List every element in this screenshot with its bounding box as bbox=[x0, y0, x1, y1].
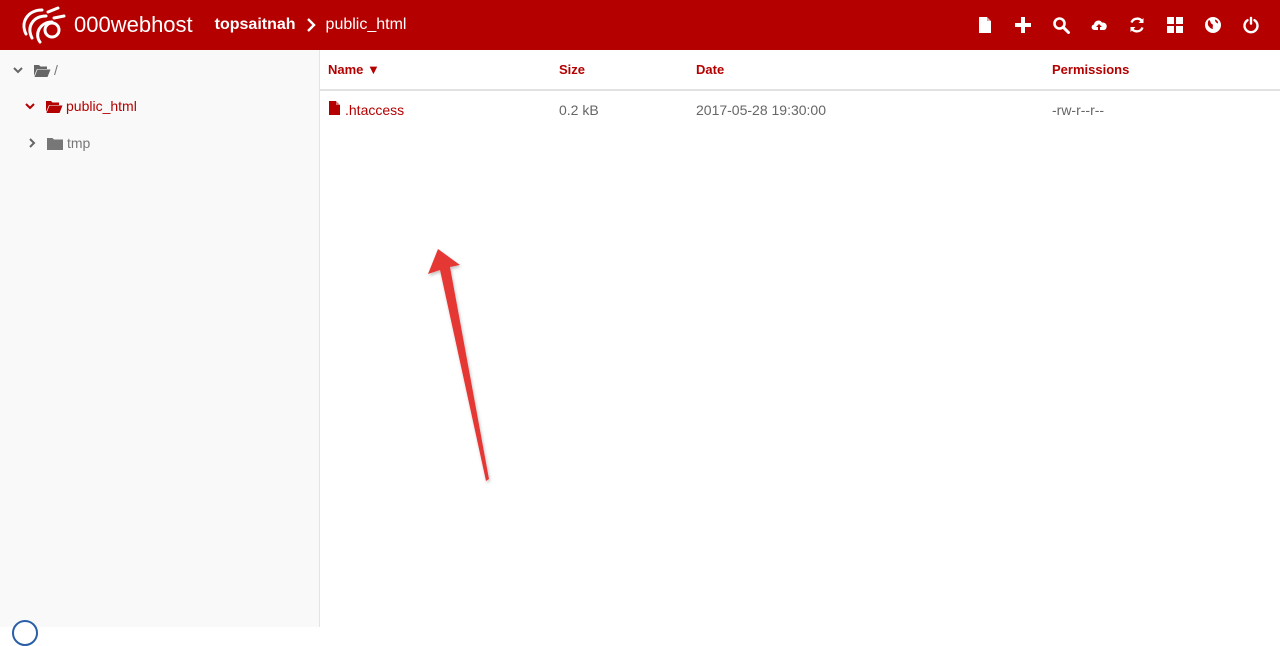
new-file-button[interactable] bbox=[966, 0, 1004, 50]
column-header-name[interactable]: Name ▼ bbox=[328, 62, 380, 77]
search-icon bbox=[1053, 17, 1070, 34]
file-permissions: -rw-r--r-- bbox=[1052, 102, 1105, 118]
chevron-right-icon[interactable] bbox=[26, 137, 38, 149]
column-header-size[interactable]: Size bbox=[559, 62, 585, 77]
grid-view-button[interactable] bbox=[1156, 0, 1194, 50]
breadcrumb: topsaitnah public_html bbox=[215, 16, 407, 34]
table-header: Name ▼ Size Date Permissions bbox=[320, 50, 1280, 91]
column-header-date[interactable]: Date bbox=[696, 62, 724, 77]
website-button[interactable] bbox=[1194, 0, 1232, 50]
tree-item-label: tmp bbox=[67, 135, 91, 151]
breadcrumb-item-account[interactable]: topsaitnah bbox=[215, 16, 296, 34]
annotation-arrow-icon bbox=[428, 249, 489, 481]
file-icon bbox=[329, 101, 340, 115]
power-icon bbox=[1243, 16, 1259, 34]
search-button[interactable] bbox=[1042, 0, 1080, 50]
brand-name: 000webhost bbox=[74, 12, 193, 37]
tree-item-tmp[interactable]: tmp bbox=[26, 131, 90, 155]
column-header-permissions[interactable]: Permissions bbox=[1052, 62, 1129, 77]
upload-icon bbox=[1091, 20, 1107, 33]
breadcrumb-item-folder[interactable]: public_html bbox=[326, 16, 407, 34]
file-size: 0.2 kB bbox=[559, 102, 599, 118]
file-name[interactable]: .htaccess bbox=[345, 102, 404, 118]
plus-icon bbox=[1015, 17, 1031, 33]
tree-item-public-html[interactable]: public_html bbox=[24, 94, 137, 118]
chevron-down-icon[interactable] bbox=[24, 100, 36, 112]
upload-button[interactable] bbox=[1080, 0, 1118, 50]
chevron-down-icon[interactable] bbox=[12, 64, 24, 76]
toolbar bbox=[966, 0, 1270, 50]
folder-icon bbox=[47, 137, 63, 150]
brand[interactable]: 000webhost bbox=[18, 0, 193, 50]
file-date: 2017-05-28 19:30:00 bbox=[696, 102, 826, 118]
top-bar: 000webhost topsaitnah public_html bbox=[0, 0, 1280, 50]
folder-open-icon bbox=[46, 100, 63, 113]
grid-icon bbox=[1167, 17, 1183, 33]
table-row[interactable]: .htaccess 0.2 kB 2017-05-28 19:30:00 -rw… bbox=[320, 92, 1280, 126]
folder-open-icon bbox=[34, 64, 51, 77]
tree-item-label: / bbox=[54, 62, 58, 78]
logout-button[interactable] bbox=[1232, 0, 1270, 50]
tree-item-root[interactable]: / bbox=[12, 58, 58, 82]
tree-item-label: public_html bbox=[66, 98, 137, 114]
refresh-button[interactable] bbox=[1118, 0, 1156, 50]
help-icon[interactable] bbox=[12, 620, 38, 646]
globe-icon bbox=[1205, 17, 1221, 33]
new-file-icon bbox=[979, 17, 991, 33]
add-button[interactable] bbox=[1004, 0, 1042, 50]
chevron-right-icon bbox=[306, 18, 316, 32]
folder-tree-sidebar: / public_html tmp bbox=[0, 50, 320, 627]
brand-logo-icon bbox=[22, 6, 66, 44]
refresh-icon bbox=[1130, 17, 1144, 33]
